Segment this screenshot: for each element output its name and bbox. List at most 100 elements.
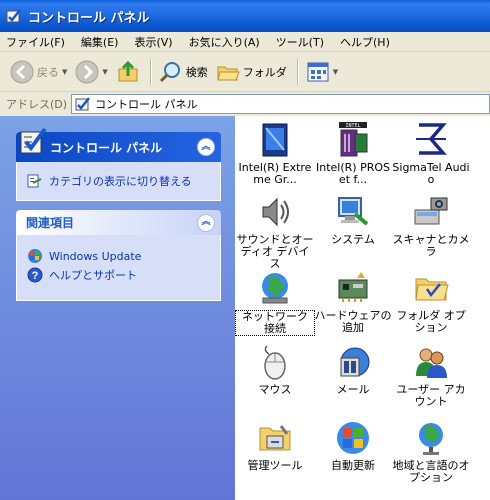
panel-title: コントロール パネル	[50, 140, 163, 155]
menu-favorites[interactable]: お気に入り(A)	[189, 34, 260, 50]
item-label: 管理ツール	[247, 459, 303, 472]
item-label: SigmaTel Audio	[392, 161, 470, 186]
partial-icon	[483, 344, 490, 380]
chevron-down-icon[interactable]: ▼	[333, 68, 338, 76]
item-sigmatel-audio[interactable]: SigmaTel Audio	[391, 122, 471, 186]
item-user-accounts[interactable]: ユーザー アカウント	[391, 344, 471, 408]
svg-text:INTEL: INTEL	[345, 123, 360, 129]
windows-update-label: Windows Update	[49, 249, 142, 263]
search-button[interactable]: 検索	[159, 56, 208, 88]
panel-header[interactable]: コントロール パネル ︽	[16, 127, 221, 162]
partial-icon	[483, 122, 490, 158]
up-folder-button[interactable]	[116, 56, 140, 88]
windows-update-icon	[337, 422, 369, 454]
switch-category-view-label: カテゴリの表示に切り替える	[49, 175, 192, 188]
help-support-link[interactable]: ? ヘルプとサポート	[27, 267, 210, 283]
folders-button[interactable]: フォルダ	[216, 56, 287, 88]
up-folder-icon	[118, 60, 138, 82]
task-pane: コントロール パネル ︽ カテゴリの表示に切り替える 関連項目 ︽ Window…	[0, 116, 235, 500]
chevron-down-icon[interactable]: ▼	[62, 68, 67, 76]
item-system[interactable]: システム	[313, 194, 393, 246]
menu-file[interactable]: ファイル(F)	[6, 34, 65, 50]
panel-body: Windows Update ? ヘルプとサポート	[16, 235, 221, 301]
title-bar[interactable]: コントロール パネル	[0, 0, 490, 32]
menu-help[interactable]: ヘルプ(H)	[340, 34, 390, 50]
item-label: ハードウェアの追加	[314, 309, 392, 334]
item-label: スキャナとカメラ	[392, 233, 470, 258]
item-label: Intel(R) PROSet f...	[316, 161, 390, 186]
address-value: コントロール パネル	[95, 98, 198, 111]
back-button[interactable]: 戻る ▼	[10, 56, 67, 88]
views-button[interactable]: ▼	[306, 56, 338, 88]
switch-category-view-link[interactable]: カテゴリの表示に切り替える	[27, 173, 210, 189]
help-support-label: ヘルプとサポート	[49, 269, 137, 282]
item-label: ネットワーク接続	[235, 310, 315, 336]
item-sound-audio[interactable]: サウンドとオーディオ デバイス	[235, 194, 315, 270]
item-label: 自動更新	[331, 459, 375, 472]
item-intel-graphics[interactable]: Intel(R) Extreme Gr...	[235, 122, 315, 186]
menu-edit[interactable]: 編集(E)	[81, 34, 119, 50]
folders-label: フォルダ	[242, 66, 287, 79]
network-globe-icon	[262, 273, 288, 304]
control-panel-task-panel: コントロール パネル ︽ カテゴリの表示に切り替える	[16, 127, 221, 201]
menu-bar: ファイル(F) 編集(E) 表示(V) お気に入り(A) ツール(T) ヘルプ(…	[0, 32, 490, 52]
partial-icon	[483, 194, 490, 230]
category-view-icon	[27, 174, 42, 188]
item-admin-tools[interactable]: 管理ツール	[235, 420, 315, 472]
search-icon	[159, 62, 180, 83]
panel-header[interactable]: 関連項目 ︽	[16, 210, 221, 235]
back-arrow-icon	[10, 60, 34, 84]
add-hardware-icon	[338, 272, 368, 302]
panel-title: 関連項目	[26, 216, 75, 230]
mouse-icon	[264, 345, 286, 380]
user-accounts-icon	[416, 348, 447, 378]
toolbar-divider	[296, 59, 298, 85]
item-add-hardware[interactable]: ハードウェアの追加	[313, 270, 393, 334]
speaker-icon	[262, 197, 289, 227]
region-globe-icon	[419, 423, 443, 455]
control-panel-icon	[20, 127, 47, 154]
item-label: メール	[336, 383, 370, 396]
item-mouse[interactable]: マウス	[235, 344, 315, 396]
collapse-button[interactable]: ︽	[197, 213, 215, 232]
intel-proset-icon: INTEL	[339, 122, 368, 157]
item-partial[interactable]: ユ	[461, 344, 490, 396]
address-input[interactable]: コントロール パネル	[71, 94, 490, 114]
scanner-camera-icon	[414, 197, 448, 225]
control-panel-icon	[75, 97, 91, 111]
search-label: 検索	[185, 66, 208, 79]
back-label: 戻る	[37, 66, 59, 79]
control-panel-items: Intel(R) Extreme Gr... INTEL Intel(R) PR…	[235, 116, 490, 500]
system-icon	[338, 197, 369, 226]
item-mail[interactable]: メール	[313, 344, 393, 396]
item-intel-proset[interactable]: INTEL Intel(R) PROSet f...	[313, 122, 393, 186]
item-label: ユーザー アカウント	[396, 383, 466, 408]
forward-arrow-icon	[75, 60, 99, 84]
menu-tools[interactable]: ツール(T)	[276, 34, 324, 50]
item-label: マウス	[258, 383, 292, 396]
item-label: 地域と言語のオプション	[392, 459, 470, 484]
item-partial[interactable]: 電	[461, 420, 490, 472]
views-icon	[307, 62, 329, 82]
windows-update-link[interactable]: Windows Update	[27, 248, 210, 264]
item-region-language[interactable]: 地域と言語のオプション	[391, 420, 471, 484]
menu-view[interactable]: 表示(V)	[134, 34, 172, 50]
chevron-down-icon[interactable]: ▼	[102, 68, 107, 76]
item-label: フォルダ オプション	[396, 309, 466, 334]
item-partial[interactable]: Wi	[461, 122, 490, 174]
item-network-connections[interactable]: ネットワーク接続	[235, 270, 315, 336]
control-panel-icon	[6, 9, 21, 23]
collapse-button[interactable]: ︽	[197, 138, 215, 156]
item-folder-options[interactable]: フォルダ オプション	[391, 270, 471, 334]
item-label: システム	[331, 233, 375, 246]
address-label: アドレス(D)	[6, 98, 68, 111]
sigmatel-icon	[416, 123, 447, 155]
item-label: Intel(R) Extreme Gr...	[238, 161, 312, 186]
item-scanners-cameras[interactable]: スキャナとカメラ	[391, 194, 471, 258]
address-bar: アドレス(D) コントロール パネル	[0, 93, 490, 115]
toolbar: 戻る ▼ ▼ 検索 フォルダ ▼	[0, 53, 490, 92]
window-title: コントロール パネル	[28, 10, 150, 26]
item-automatic-updates[interactable]: 自動更新	[313, 420, 393, 472]
item-partial[interactable]: セキ	[461, 194, 490, 246]
forward-button[interactable]: ▼	[75, 56, 108, 88]
